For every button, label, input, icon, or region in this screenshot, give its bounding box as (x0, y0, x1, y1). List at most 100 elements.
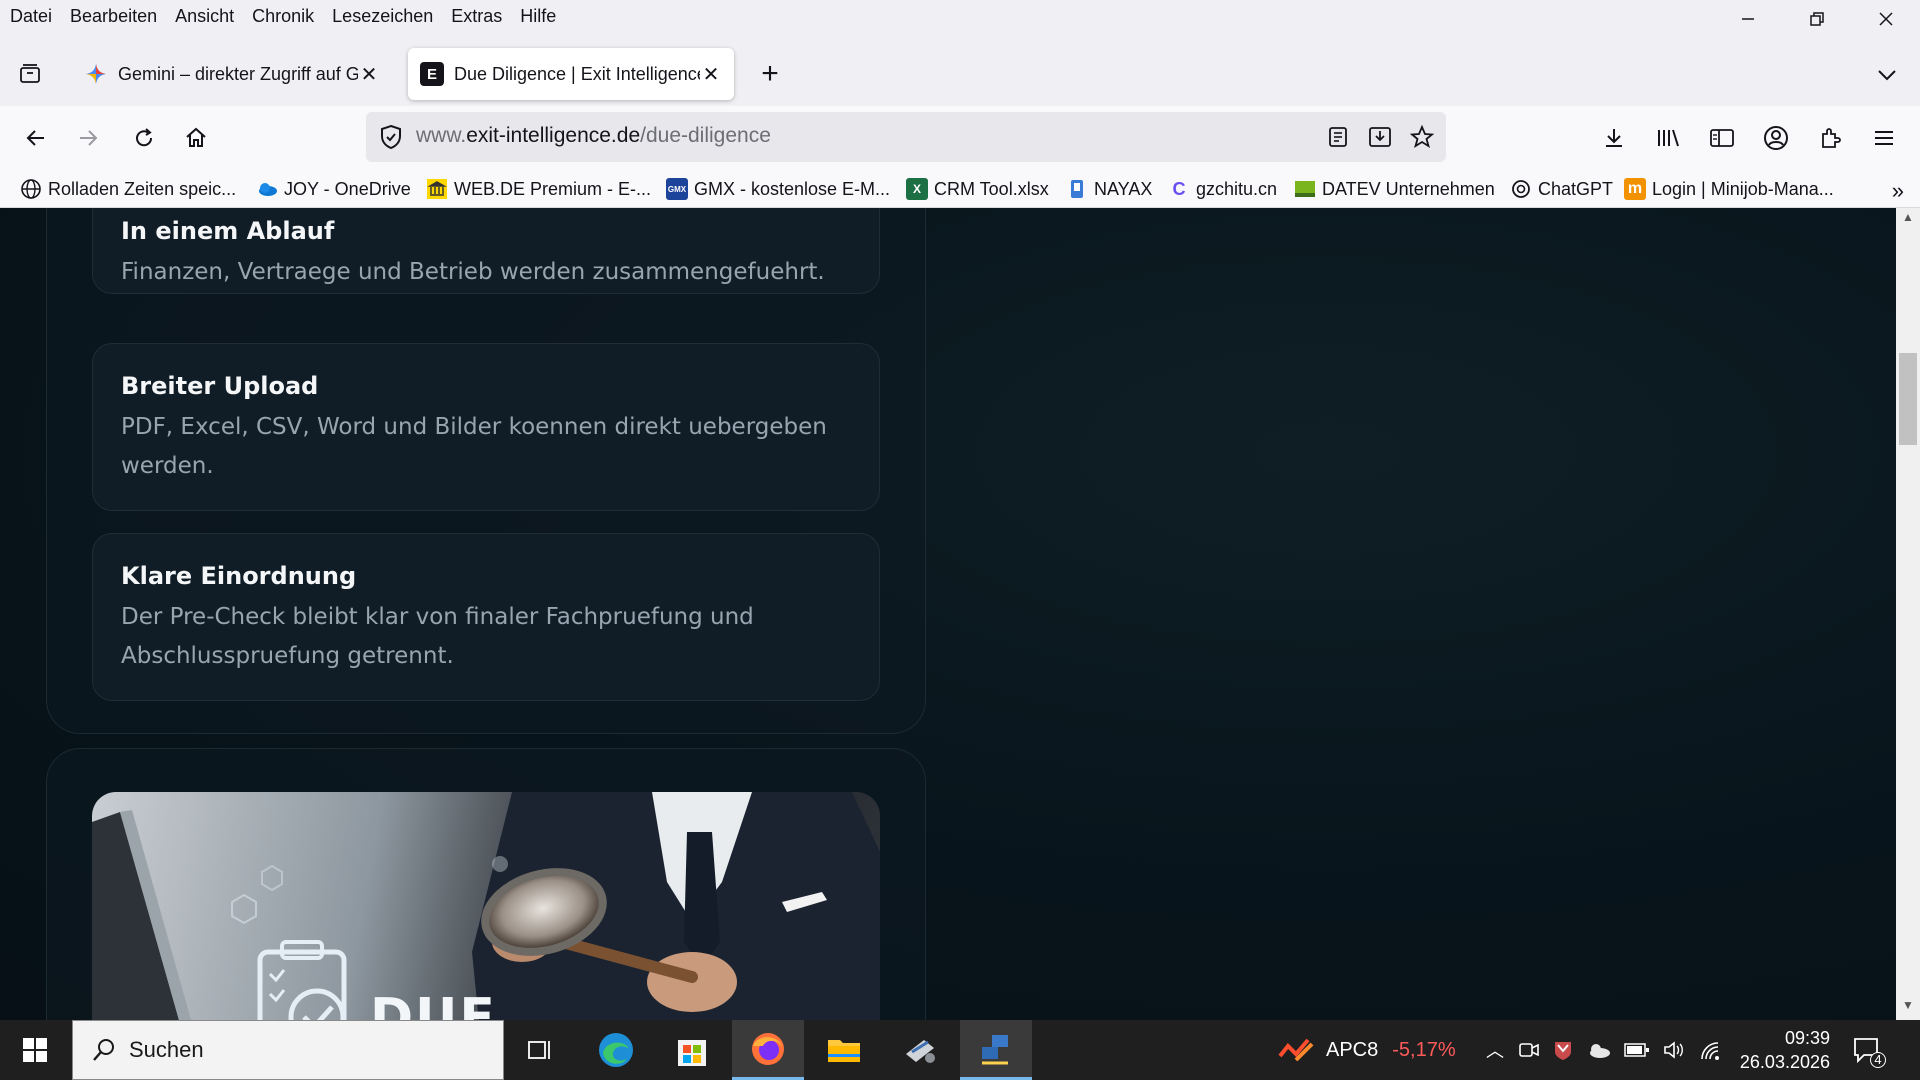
taskbar-microsoft-store[interactable] (656, 1020, 728, 1080)
downloads-button[interactable] (1596, 120, 1632, 156)
edge-icon (599, 1033, 633, 1067)
new-tab-button[interactable]: + (752, 59, 788, 89)
scroll-down-chevron-icon[interactable]: ▼ (1896, 998, 1920, 1018)
bookmark-label: NAYAX (1094, 178, 1153, 199)
stock-chart-icon (1278, 1038, 1314, 1062)
feature-card-title: Breiter Upload (121, 372, 319, 400)
bookmark-gmx[interactable]: GMX GMX - kostenlose E-M... (666, 175, 890, 203)
gmx-icon: GMX (666, 178, 688, 200)
bookmark-label: GMX - kostenlose E-M... (694, 178, 891, 199)
hero-image-overlay-text: DUE (370, 988, 497, 1020)
bookmark-nayax[interactable]: NAYAX (1066, 175, 1152, 203)
url-path: /due-diligence (640, 124, 771, 147)
clock[interactable]: 09:39 26.03.2026 (1740, 1026, 1830, 1074)
menu-lesezeichen[interactable]: Lesezeichen (332, 6, 433, 27)
reader-view-button[interactable] (1324, 123, 1352, 151)
app-menu-button[interactable] (1866, 120, 1902, 156)
shield-app-icon[interactable] (1552, 1039, 1574, 1061)
menu-datei[interactable]: Datei (10, 6, 52, 27)
save-to-pocket-button[interactable] (1366, 123, 1394, 151)
bookmarks-overflow-chevron-icon[interactable]: » (1892, 178, 1904, 204)
wifi-icon[interactable] (1698, 1039, 1724, 1061)
bookmark-webde[interactable]: WEB.DE Premium - E-... (426, 175, 651, 203)
puzzle-icon (1822, 128, 1841, 148)
taskbar-edge[interactable] (580, 1020, 652, 1080)
bookmark-label: DATEV Unternehmen (1322, 178, 1495, 199)
datev-icon (1295, 181, 1315, 197)
bookmark-onedrive[interactable]: JOY - OneDrive (256, 175, 411, 203)
url-domain: exit-intelligence.de (466, 124, 641, 147)
bookmark-star-button[interactable] (1408, 123, 1436, 151)
page-content: In einem Ablauf Finanzen, Vertraege und … (0, 208, 1896, 1020)
forward-button[interactable] (70, 120, 106, 156)
sidebar-button[interactable] (1704, 120, 1740, 156)
account-icon (1764, 126, 1788, 150)
task-view-icon (528, 1041, 550, 1059)
stock-widget[interactable]: APC8 -5,17% (1278, 1020, 1456, 1080)
taskbar-search-input[interactable]: Suchen (72, 1020, 504, 1080)
chevron-up-icon[interactable]: ︿ (1486, 1037, 1504, 1063)
taskbar-remote-desktop[interactable] (960, 1020, 1032, 1080)
extensions-button[interactable] (1812, 120, 1848, 156)
start-button[interactable] (0, 1020, 70, 1080)
clock-time: 09:39 (1784, 1028, 1830, 1048)
tools-app-icon (906, 1040, 935, 1063)
menu-extras[interactable]: Extras (451, 6, 502, 27)
feature-card: In einem Ablauf Finanzen, Vertraege und … (92, 208, 880, 294)
bookmark-label: JOY - OneDrive (284, 178, 411, 199)
scroll-up-chevron-icon[interactable]: ▲ (1896, 210, 1920, 230)
taskbar-firefox[interactable] (732, 1020, 804, 1080)
meet-now-icon[interactable] (1518, 1039, 1540, 1061)
menu-chronik[interactable]: Chronik (252, 6, 314, 27)
menu-hilfe[interactable]: Hilfe (520, 6, 556, 27)
back-button[interactable] (18, 120, 54, 156)
list-all-tabs-button[interactable] (1872, 60, 1902, 90)
notification-center-button[interactable]: 4 (1852, 1020, 1886, 1080)
tab-gemini[interactable]: Gemini – direkter Zugriff auf Go ✕ (72, 48, 392, 100)
vertical-scrollbar[interactable]: ▲ ▼ (1896, 208, 1920, 1020)
navigation-bar: www.exit-intelligence.de/due-diligence (0, 106, 1920, 170)
feature-card-title: Klare Einordnung (121, 562, 357, 590)
globe-icon (21, 179, 41, 199)
tab-close-icon[interactable]: ✕ (358, 62, 380, 87)
bookmark-chatgpt[interactable]: ChatGPT (1510, 175, 1613, 203)
url-text[interactable]: www.exit-intelligence.de/due-diligence (416, 124, 771, 148)
bookmark-datev[interactable]: DATEV Unternehmen (1294, 175, 1495, 203)
tab-close-icon[interactable]: ✕ (700, 62, 722, 87)
library-icon (1658, 129, 1679, 147)
restore-icon (1809, 12, 1824, 26)
restore-button[interactable] (1782, 0, 1851, 38)
window-controls (1713, 0, 1920, 38)
minimize-button[interactable] (1713, 0, 1782, 38)
reload-button[interactable] (126, 120, 162, 156)
bookmark-rolladen[interactable]: Rolladen Zeiten speic... (20, 175, 236, 203)
firefox-view-button[interactable] (12, 58, 48, 90)
tab-due-diligence[interactable]: E Due Diligence | Exit Intelligence ✕ (408, 48, 734, 100)
taskbar-app-tools[interactable] (884, 1020, 956, 1080)
bookmark-minijob[interactable]: m Login | Minijob-Mana... (1624, 175, 1834, 203)
url-bar[interactable]: www.exit-intelligence.de/due-diligence (366, 112, 1446, 162)
home-button[interactable] (178, 120, 214, 156)
network-computer-icon (982, 1034, 1008, 1064)
hero-image: DUE (92, 792, 880, 1020)
speaker-icon[interactable] (1662, 1039, 1686, 1061)
bookmark-crm-tool[interactable]: X CRM Tool.xlsx (906, 175, 1049, 203)
feature-card-title: In einem Ablauf (121, 217, 335, 245)
menu-ansicht[interactable]: Ansicht (175, 6, 234, 27)
onedrive-icon (259, 183, 277, 196)
account-button[interactable] (1758, 120, 1794, 156)
battery-icon[interactable] (1624, 1042, 1650, 1058)
windows-logo-icon (23, 1038, 47, 1062)
tracking-protection-shield-icon[interactable] (378, 124, 404, 150)
close-window-button[interactable] (1851, 0, 1920, 38)
onedrive-cloud-icon[interactable] (1586, 1040, 1612, 1060)
taskbar-file-explorer[interactable] (808, 1020, 880, 1080)
task-view-button[interactable] (504, 1020, 576, 1080)
gemini-icon (84, 62, 108, 86)
library-button[interactable] (1650, 120, 1686, 156)
scrollbar-thumb[interactable] (1899, 353, 1917, 445)
bookmark-gzchitu[interactable]: C gzchitu.cn (1168, 175, 1278, 203)
menu-bearbeiten[interactable]: Bearbeiten (70, 6, 157, 27)
exit-intelligence-icon: E (420, 62, 444, 86)
minijob-icon: m (1624, 178, 1646, 200)
